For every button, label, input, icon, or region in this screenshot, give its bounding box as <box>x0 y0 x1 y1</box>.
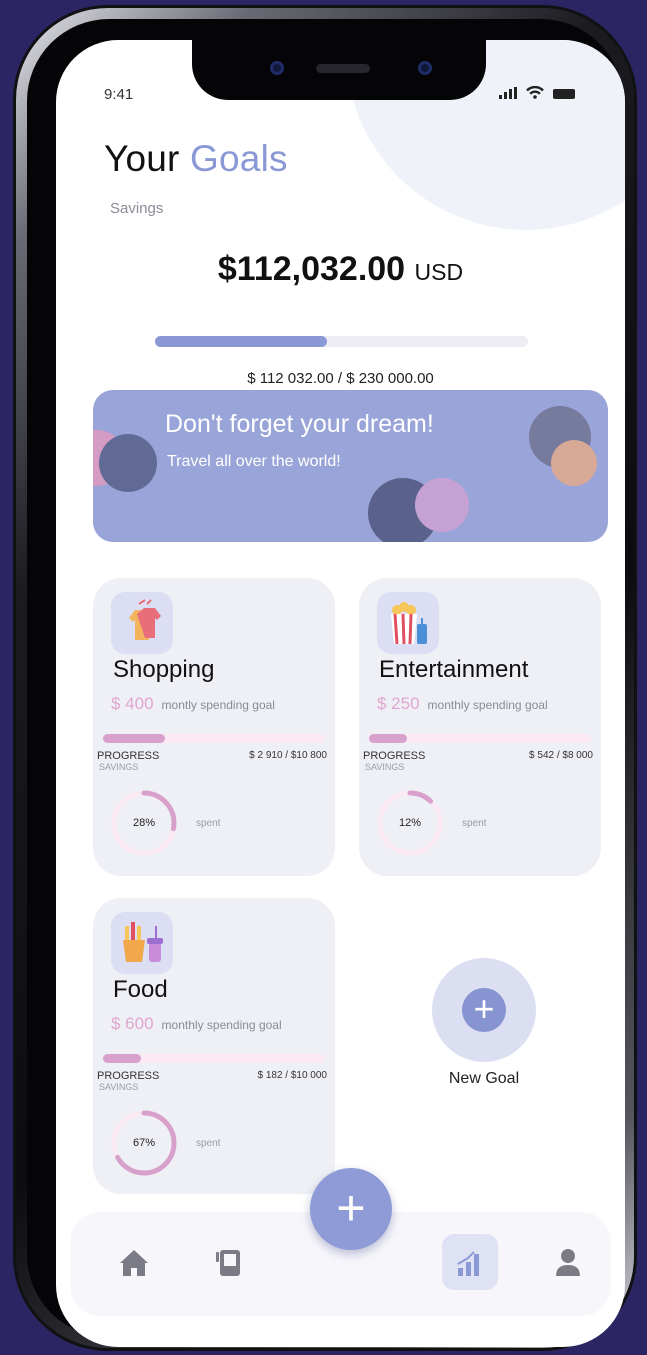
goal-amount: $ 400 <box>111 694 154 713</box>
progress-label: PROGRESS <box>97 1070 160 1082</box>
tab-chart[interactable] <box>442 1234 498 1290</box>
plus-icon: + <box>462 988 506 1032</box>
battery-icon <box>553 89 575 99</box>
goal-progress-fill <box>369 734 407 743</box>
notch <box>192 40 486 100</box>
add-fab-button[interactable]: + <box>310 1168 392 1250</box>
savings-value: $112,032.00 <box>217 250 406 288</box>
savings-sub-label: SAVINGS <box>99 1082 139 1092</box>
goal-progress-fill <box>103 1054 141 1063</box>
chart-icon <box>457 1251 479 1276</box>
status-time: 9:41 <box>104 86 134 103</box>
app-screen: 9:41 Your Goals Savings $112,032.00 USD … <box>56 40 625 1347</box>
book-icon <box>216 1250 240 1276</box>
goal-progress-fill <box>103 734 166 743</box>
savings-amount: $112,032.00 USD <box>56 250 625 289</box>
page-title: Your Goals <box>104 138 288 180</box>
spent-label: spent <box>196 818 221 829</box>
signal-icon <box>499 87 517 99</box>
savings-sub-label: SAVINGS <box>365 762 405 772</box>
goal-title: Shopping <box>113 656 215 683</box>
goal-amount: $ 600 <box>111 1014 154 1033</box>
progress-label: PROGRESS <box>363 750 426 762</box>
goal-spending: $ 600 monthly spending goal <box>111 1014 282 1034</box>
goal-spending: $ 250 monthly spending goal <box>377 694 548 714</box>
goal-amount: $ 250 <box>377 694 420 713</box>
spent-label: spent <box>462 818 487 829</box>
savings-progress-bar <box>155 336 528 347</box>
spent-label: spent <box>196 1138 221 1149</box>
banner-circle <box>415 478 469 532</box>
new-goal-label[interactable]: New Goal <box>416 1070 552 1088</box>
goal-progress-bar <box>103 1054 325 1063</box>
savings-progress-text: $ 112 032.00 / $ 230 000.00 <box>247 370 434 387</box>
banner-title: Don't forget your dream! <box>165 410 434 438</box>
banner-subtitle: Travel all over the world! <box>167 453 341 470</box>
savings-progress-fill <box>155 336 327 347</box>
status-icons <box>499 86 575 99</box>
progress-label: PROGRESS <box>97 750 160 762</box>
progress-amount: $ 542 / $8 000 <box>529 750 593 761</box>
goal-text: montly spending goal <box>161 698 275 712</box>
goal-text: monthly spending goal <box>427 698 548 712</box>
tab-profile[interactable] <box>540 1234 596 1290</box>
fries-icon <box>111 912 173 974</box>
tab-book[interactable] <box>202 1234 258 1290</box>
savings-sub-label: SAVINGS <box>99 762 139 772</box>
tab-home[interactable] <box>106 1234 162 1290</box>
goal-title: Food <box>113 976 168 1003</box>
camera-icon <box>270 61 284 75</box>
savings-currency: USD <box>414 259 464 285</box>
speaker <box>316 64 370 73</box>
shirt-icon <box>111 592 173 654</box>
title-your: Your <box>104 138 180 179</box>
popcorn-icon <box>377 592 439 654</box>
goal-card-entertainment[interactable]: Entertainment $ 250 monthly spending goal… <box>359 578 601 876</box>
phone-frame: 9:41 Your Goals Savings $112,032.00 USD … <box>16 8 634 1348</box>
goal-title: Entertainment <box>379 656 529 683</box>
wifi-icon <box>526 86 544 99</box>
goal-progress-bar <box>103 734 325 743</box>
goal-text: monthly spending goal <box>161 1018 282 1032</box>
savings-label: Savings <box>110 200 164 217</box>
progress-percent: 67% <box>132 1137 156 1149</box>
goal-progress-bar <box>369 734 591 743</box>
progress-amount: $ 182 / $10 000 <box>257 1070 327 1081</box>
progress-percent: 12% <box>398 817 422 829</box>
goal-card-food[interactable]: Food $ 600 monthly spending goal PROGRESS… <box>93 898 335 1194</box>
goal-card-shopping[interactable]: Shopping $ 400 montly spending goal PROGR… <box>93 578 335 876</box>
banner-circle <box>99 434 157 492</box>
progress-percent: 28% <box>132 817 156 829</box>
progress-amount: $ 2 910 / $10 800 <box>249 750 327 761</box>
home-icon <box>120 1250 148 1276</box>
profile-icon <box>556 1249 580 1276</box>
banner-circle <box>551 440 597 486</box>
dream-banner[interactable]: Don't forget your dream! Travel all over… <box>93 390 608 542</box>
goal-spending: $ 400 montly spending goal <box>111 694 275 714</box>
new-goal-button[interactable]: + <box>432 958 536 1062</box>
title-goals: Goals <box>190 138 288 179</box>
sensor-icon <box>418 61 432 75</box>
